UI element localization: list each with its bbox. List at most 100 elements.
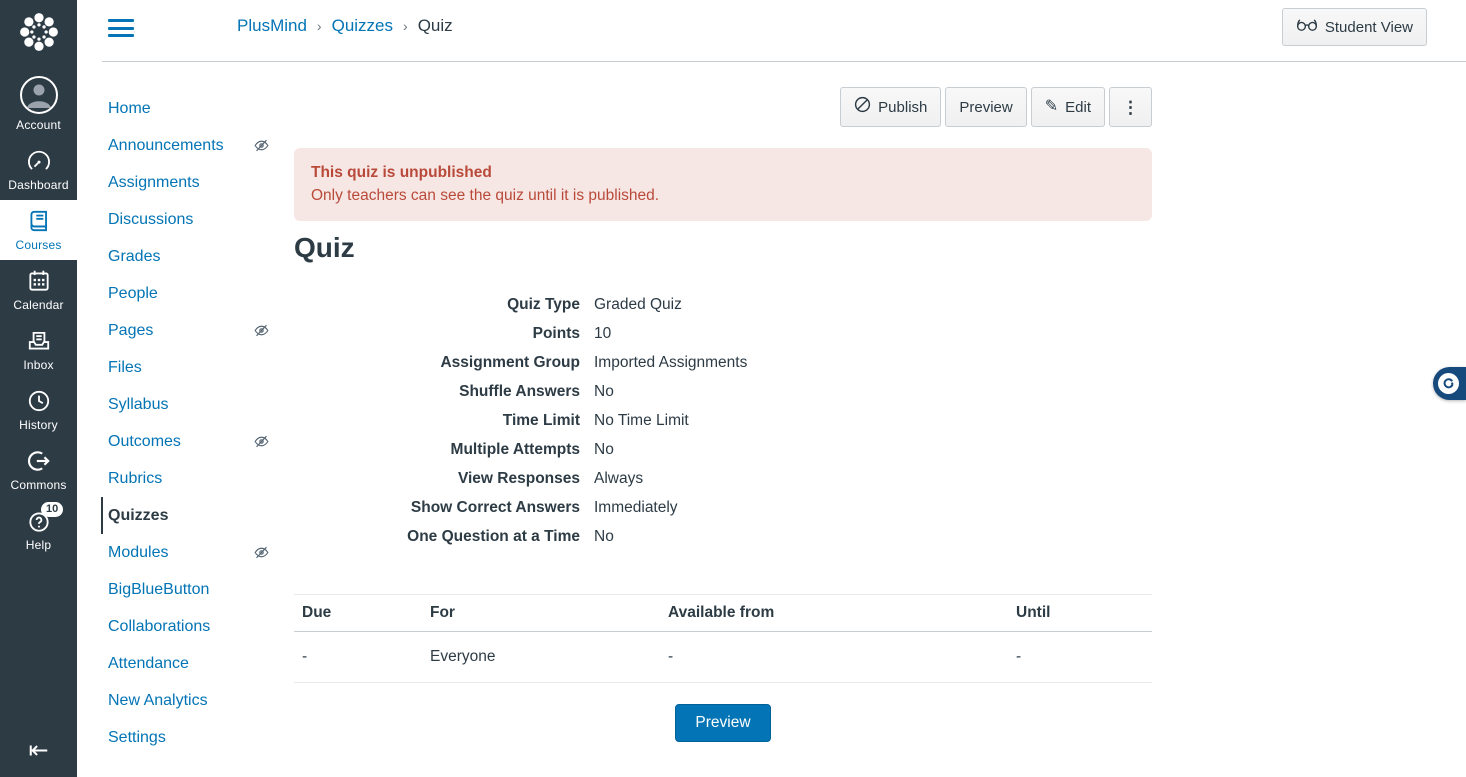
- sidebar-item-commons[interactable]: Commons: [0, 440, 77, 500]
- course-nav-outcomes[interactable]: Outcomes: [108, 423, 270, 460]
- hidden-eye-icon: [253, 544, 270, 561]
- col-header-for: For: [422, 595, 660, 632]
- detail-row-time-limit: Time Limit No Time Limit: [294, 412, 1152, 441]
- col-header-available-from: Available from: [660, 595, 1008, 632]
- cell-available-from: -: [660, 632, 1008, 683]
- cell-for: Everyone: [422, 632, 660, 683]
- preview-button-top[interactable]: Preview: [945, 87, 1026, 127]
- pencil-icon: ✎: [1045, 99, 1058, 115]
- course-nav-syllabus[interactable]: Syllabus: [108, 386, 270, 423]
- canvas-logo-icon[interactable]: [0, 0, 77, 68]
- sidebar-item-label: Commons: [10, 478, 66, 492]
- more-options-button[interactable]: ⋮: [1109, 87, 1152, 127]
- book-icon: [26, 208, 52, 234]
- availability-table: Due For Available from Until - Everyone …: [294, 594, 1152, 683]
- extension-widget[interactable]: [1433, 367, 1466, 400]
- detail-row-quiz-type: Quiz Type Graded Quiz: [294, 296, 1152, 325]
- page-title: Quiz: [294, 232, 1152, 264]
- student-view-button[interactable]: Student View: [1282, 8, 1427, 46]
- breadcrumb-separator: ›: [403, 18, 408, 34]
- hidden-eye-icon: [253, 322, 270, 339]
- quiz-toolbar: Publish Preview ✎ Edit ⋮: [294, 87, 1152, 127]
- course-nav-files[interactable]: Files: [108, 349, 270, 386]
- preview-button-bottom[interactable]: Preview: [675, 704, 770, 742]
- topbar: PlusMind › Quizzes › Quiz Student View: [77, 0, 1466, 62]
- cell-due: -: [294, 632, 422, 683]
- glasses-icon: [1296, 17, 1318, 37]
- breadcrumb-course-link[interactable]: PlusMind: [237, 16, 307, 36]
- breadcrumb: PlusMind › Quizzes › Quiz: [237, 16, 453, 36]
- course-nav-bigbluebutton[interactable]: BigBlueButton: [108, 571, 270, 608]
- inbox-icon: [26, 328, 52, 354]
- preview-label: Preview: [959, 98, 1012, 117]
- header-divider: [102, 61, 1466, 62]
- sidebar-item-label: Help: [26, 538, 51, 552]
- publish-label: Publish: [878, 98, 927, 117]
- sidebar-item-calendar[interactable]: Calendar: [0, 260, 77, 320]
- student-view-label: Student View: [1325, 18, 1413, 37]
- canvas-app: Account Dashboard Courses: [0, 0, 1466, 777]
- avatar: [20, 76, 58, 114]
- detail-row-show-correct-answers: Show Correct Answers Immediately: [294, 499, 1152, 528]
- detail-row-points: Points 10: [294, 325, 1152, 354]
- breadcrumb-current: Quiz: [418, 16, 453, 36]
- share-arrow-icon: [26, 448, 52, 474]
- col-header-due: Due: [294, 595, 422, 632]
- sidebar-item-inbox[interactable]: Inbox: [0, 320, 77, 380]
- sidebar-item-help[interactable]: 10 Help: [0, 500, 77, 560]
- hamburger-menu-icon[interactable]: [108, 17, 134, 39]
- breadcrumb-quizzes-link[interactable]: Quizzes: [332, 16, 393, 36]
- col-header-until: Until: [1008, 595, 1152, 632]
- course-nav-discussions[interactable]: Discussions: [108, 201, 270, 238]
- clock-icon: [26, 388, 52, 414]
- calendar-icon: [26, 268, 52, 294]
- course-nav-grades[interactable]: Grades: [108, 238, 270, 275]
- publish-button[interactable]: Publish: [840, 87, 941, 127]
- help-badge: 10: [41, 502, 63, 517]
- sidebar-item-history[interactable]: History: [0, 380, 77, 440]
- global-nav: Account Dashboard Courses: [0, 0, 77, 777]
- alert-title: This quiz is unpublished: [311, 161, 1135, 184]
- extension-widget-icon: [1438, 373, 1459, 394]
- main-region: PlusMind › Quizzes › Quiz Student View: [77, 0, 1466, 777]
- course-nav-collaborations[interactable]: Collaborations: [108, 608, 270, 645]
- edit-button[interactable]: ✎ Edit: [1031, 87, 1105, 127]
- course-nav: Home Announcements Assignments Discussio…: [77, 62, 294, 777]
- sidebar-item-label: History: [19, 418, 58, 432]
- sidebar-item-label: Inbox: [23, 358, 53, 372]
- sidebar-item-courses[interactable]: Courses: [0, 200, 77, 260]
- detail-row-assignment-group: Assignment Group Imported Assignments: [294, 354, 1152, 383]
- hidden-eye-icon: [253, 137, 270, 154]
- course-nav-settings[interactable]: Settings: [108, 719, 270, 756]
- course-nav-people[interactable]: People: [108, 275, 270, 312]
- detail-row-one-question: One Question at a Time No: [294, 528, 1152, 557]
- quiz-show-page: Publish Preview ✎ Edit ⋮ This quiz is un…: [294, 62, 1152, 777]
- course-nav-attendance[interactable]: Attendance: [108, 645, 270, 682]
- sidebar-item-dashboard[interactable]: Dashboard: [0, 140, 77, 200]
- gauge-icon: [26, 148, 52, 174]
- alert-message: Only teachers can see the quiz until it …: [311, 184, 1135, 208]
- hidden-eye-icon: [253, 433, 270, 450]
- breadcrumb-separator: ›: [317, 18, 322, 34]
- table-row: - Everyone - -: [294, 632, 1152, 683]
- sidebar-item-label: Account: [16, 118, 61, 132]
- detail-row-view-responses: View Responses Always: [294, 470, 1152, 499]
- quiz-details: Quiz Type Graded Quiz Points 10 Assignme…: [294, 296, 1152, 557]
- course-nav-quizzes[interactable]: Quizzes: [101, 497, 263, 534]
- course-nav-modules[interactable]: Modules: [108, 534, 270, 571]
- sidebar-item-label: Dashboard: [8, 178, 69, 192]
- course-nav-pages[interactable]: Pages: [108, 312, 270, 349]
- edit-label: Edit: [1065, 98, 1091, 117]
- sidebar-item-label: Courses: [15, 238, 61, 252]
- collapse-sidebar-icon[interactable]: ⇤: [0, 727, 77, 777]
- course-nav-new-analytics[interactable]: New Analytics: [108, 682, 270, 719]
- detail-row-shuffle-answers: Shuffle Answers No: [294, 383, 1152, 412]
- kebab-icon: ⋮: [1122, 98, 1139, 117]
- course-nav-home[interactable]: Home: [108, 90, 270, 127]
- cell-until: -: [1008, 632, 1152, 683]
- unpublished-alert: This quiz is unpublished Only teachers c…: [294, 148, 1152, 221]
- course-nav-assignments[interactable]: Assignments: [108, 164, 270, 201]
- course-nav-announcements[interactable]: Announcements: [108, 127, 270, 164]
- course-nav-rubrics[interactable]: Rubrics: [108, 460, 270, 497]
- sidebar-item-account[interactable]: Account: [0, 68, 77, 140]
